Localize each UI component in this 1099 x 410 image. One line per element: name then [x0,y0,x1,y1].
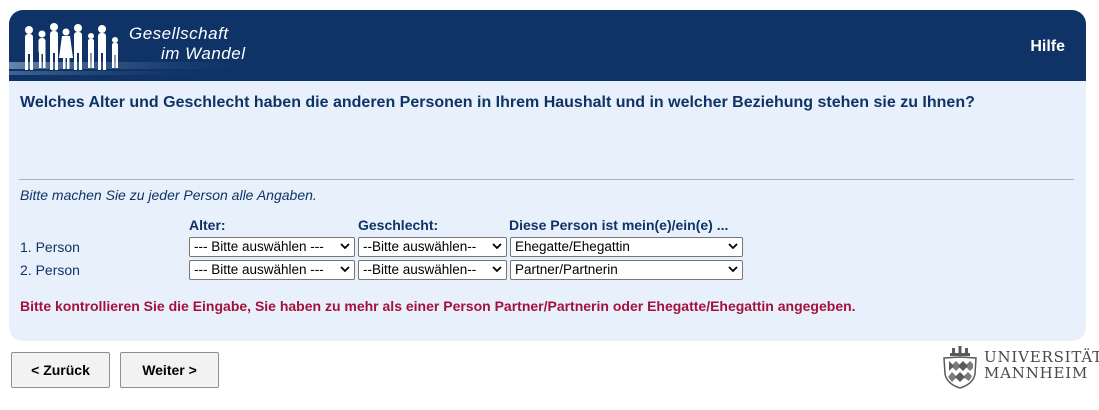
gender-select-person-1[interactable]: --Bitte auswählen-- [358,237,507,257]
chevron-down-icon [492,243,502,250]
chevron-down-icon [340,266,350,273]
validation-error-message: Bitte kontrollieren Sie die Eingabe, Sie… [20,298,856,314]
next-button[interactable]: Weiter > [120,352,219,388]
university-line-1: UNIVERSITÄT [984,348,1099,366]
chevron-down-icon [728,266,738,273]
header-bar: Gesellschaft im Wandel Hilfe [9,10,1086,81]
logo-wordmark: Gesellschaft im Wandel [129,24,246,64]
chevron-down-icon [340,243,350,250]
relation-select-person-2[interactable]: Partner/Partnerin [510,260,743,280]
row-label-person-1: 1. Person [20,239,80,255]
university-wordmark: UNIVERSITÄT MANNHEIM [984,349,1099,381]
column-header-age: Alter: [189,217,226,233]
chevron-down-icon [728,243,738,250]
university-mannheim-logo: UNIVERSITÄT MANNHEIM [940,346,1099,390]
column-header-relation: Diese Person ist mein(e)/ein(e) ... [509,217,729,233]
chevron-down-icon [492,266,502,273]
column-header-gender: Geschlecht: [358,217,439,233]
logo-line-2: im Wandel [161,44,246,63]
question-text: Welches Alter und Geschlecht haben die a… [20,94,975,111]
help-link[interactable]: Hilfe [1030,38,1065,56]
survey-panel: Gesellschaft im Wandel Hilfe Welches Alt… [9,10,1086,341]
relation-select-person-1[interactable]: Ehegatte/Ehegattin [510,237,743,257]
row-label-person-2: 2. Person [20,262,80,278]
gender-select-person-2[interactable]: --Bitte auswählen-- [358,260,507,280]
back-button[interactable]: < Zurück [11,352,110,388]
university-crest-icon [943,346,977,389]
university-line-2: MANNHEIM [984,364,1089,382]
divider [19,179,1074,180]
age-select-person-1[interactable]: --- Bitte auswählen --- [189,237,355,257]
instruction-hint: Bitte machen Sie zu jeder Person alle An… [20,187,317,203]
logo-line-1: Gesellschaft [129,24,229,43]
age-select-person-2[interactable]: --- Bitte auswählen --- [189,260,355,280]
gesellschaft-im-wandel-logo: Gesellschaft im Wandel [9,10,309,81]
